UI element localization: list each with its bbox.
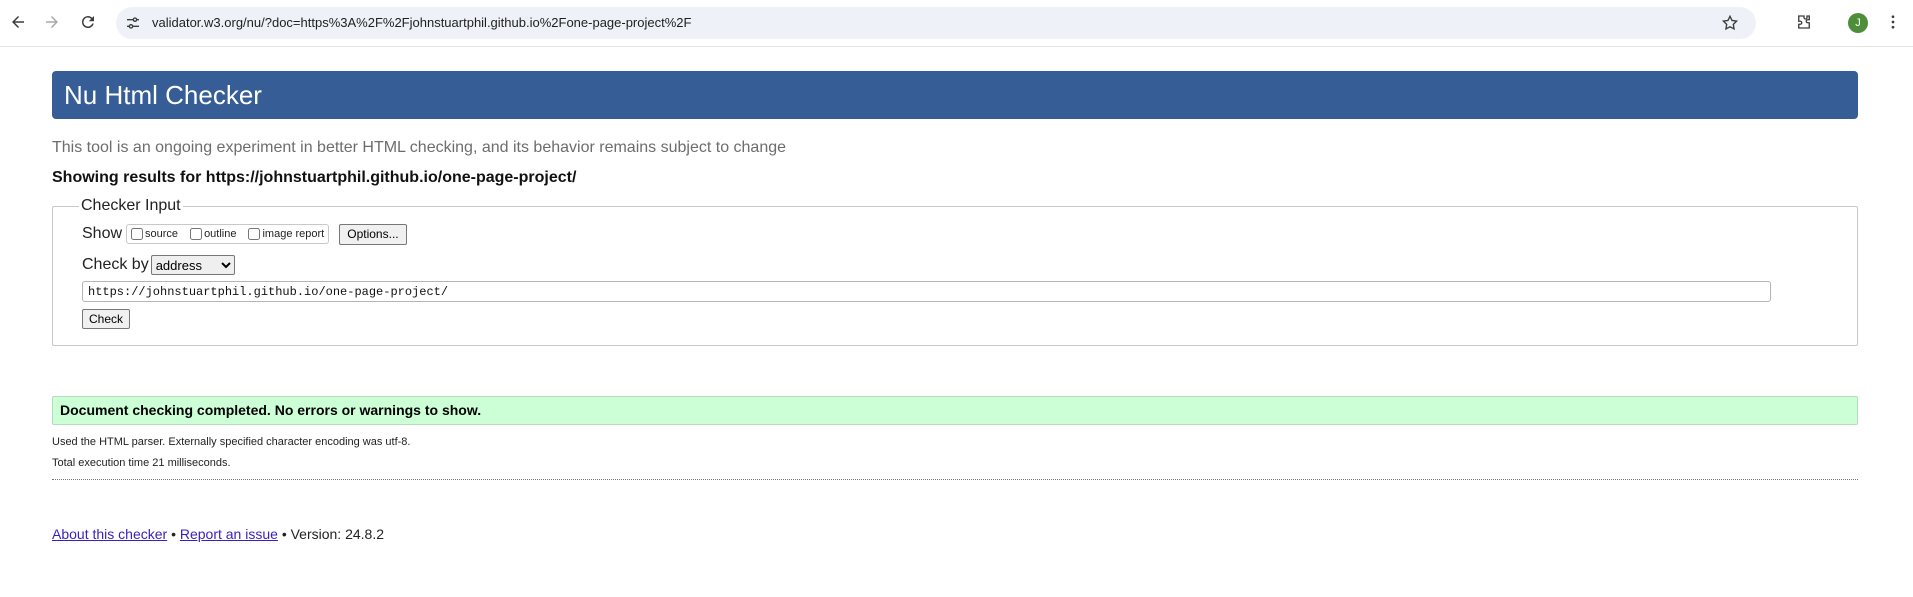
document-url-input[interactable]	[82, 281, 1771, 302]
show-source-label: source	[145, 228, 179, 240]
address-url[interactable]: validator.w3.org/nu/?doc=https%3A%2F%2Fj…	[152, 15, 691, 30]
browser-menu-button[interactable]	[1879, 8, 1907, 36]
show-image-report-option[interactable]: image report	[248, 228, 324, 240]
bookmark-star-icon[interactable]	[1720, 13, 1740, 33]
check-by-row: Check by address	[82, 253, 1829, 277]
checker-input-fieldset: Checker Input Show source outline image …	[52, 197, 1858, 346]
execution-time-text: Total execution time 21 milliseconds.	[52, 457, 231, 469]
puzzle-piece-icon	[1798, 15, 1810, 29]
back-arrow-icon	[12, 16, 24, 28]
show-source-checkbox[interactable]	[131, 228, 144, 240]
reload-icon	[81, 16, 94, 29]
show-image-report-label: image report	[262, 228, 325, 240]
about-checker-link[interactable]: About this checker	[52, 526, 167, 542]
show-image-report-checkbox[interactable]	[248, 228, 261, 240]
show-label: Show	[82, 225, 123, 242]
reload-button[interactable]	[74, 8, 102, 36]
version-text: Version: 24.8.2	[290, 526, 385, 542]
more-vertical-icon	[1891, 15, 1895, 29]
footer-separator-2: •	[281, 526, 287, 542]
report-issue-link[interactable]: Report an issue	[180, 526, 278, 542]
show-outline-checkbox[interactable]	[190, 228, 203, 240]
footer-separator-1: •	[171, 526, 176, 542]
page-title: Nu Html Checker	[52, 71, 1858, 119]
check-by-label: Check by	[82, 256, 149, 273]
forward-arrow-icon	[46, 16, 58, 28]
extensions-button[interactable]	[1790, 8, 1818, 36]
show-options-row: Show source outline image report Options…	[82, 221, 1829, 247]
show-outline-option[interactable]: outline	[190, 228, 236, 240]
check-button[interactable]: Check	[82, 309, 131, 329]
profile-avatar[interactable]: J	[1848, 13, 1868, 33]
show-source-option[interactable]: source	[131, 228, 178, 240]
result-details: Used the HTML parser. Externally specifi…	[52, 432, 1858, 474]
back-button[interactable]	[4, 8, 32, 36]
checker-input-legend: Checker Input	[81, 197, 181, 214]
page-subtitle: This tool is an ongoing experiment in be…	[52, 139, 787, 156]
check-by-select[interactable]: address	[150, 255, 235, 275]
browser-toolbar: validator.w3.org/nu/?doc=https%3A%2F%2Fj…	[0, 0, 1913, 47]
site-info-icon[interactable]	[124, 14, 142, 32]
page-content: Nu Html Checker This tool is an ongoing …	[52, 71, 1858, 542]
showing-results-heading: Showing results for https://johnstuartph…	[52, 169, 577, 186]
dotted-divider	[52, 479, 1858, 480]
parser-info-text: Used the HTML parser. Externally specifi…	[52, 436, 411, 448]
footer: About this checker • Report an issue • V…	[52, 526, 1858, 542]
options-button[interactable]: Options...	[339, 223, 407, 245]
success-message: Document checking completed. No errors o…	[52, 396, 1858, 425]
forward-button[interactable]	[38, 8, 66, 36]
show-outline-label: outline	[204, 228, 237, 240]
address-bar[interactable]: validator.w3.org/nu/?doc=https%3A%2F%2Fj…	[116, 7, 1756, 39]
show-options-group: source outline image report	[126, 224, 330, 244]
